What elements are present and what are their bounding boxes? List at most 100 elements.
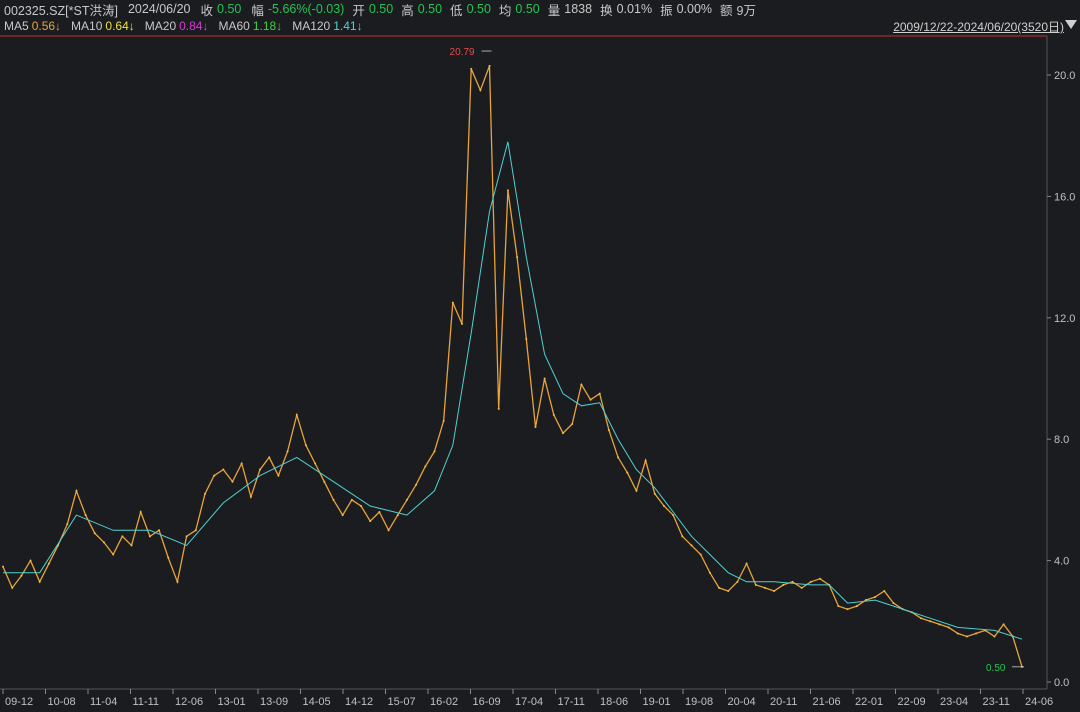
price-point xyxy=(672,514,675,517)
x-tick-label: 20-11 xyxy=(770,696,797,708)
amplitude-label: 振 xyxy=(660,3,673,18)
x-tick-label: 15-07 xyxy=(388,696,416,708)
price-point xyxy=(470,67,473,70)
price-point xyxy=(350,498,353,501)
price-point xyxy=(451,301,454,304)
price-point xyxy=(956,632,959,635)
price-point xyxy=(681,535,684,538)
price-point xyxy=(121,535,124,538)
price-point xyxy=(617,456,620,459)
price-point xyxy=(139,511,142,514)
price-point xyxy=(929,620,932,623)
y-tick-label: 12.0 xyxy=(1054,313,1075,325)
price-point xyxy=(47,562,50,565)
ma20-value: 0.84↓ xyxy=(179,19,209,33)
price-point xyxy=(185,535,188,538)
turnover-label: 换 xyxy=(600,3,613,18)
max-price-label: 20.79 xyxy=(450,47,475,58)
y-tick-label: 0.0 xyxy=(1054,677,1069,689)
x-tick-label: 20-04 xyxy=(728,696,756,708)
price-point xyxy=(341,514,344,517)
kline-chart[interactable]: 20.0 16.0 12.0 8.0 4.0 0.0 09-12 10-08 11-04 11-… xyxy=(0,0,1080,712)
x-tick-label: 16-02 xyxy=(430,696,458,708)
price-point xyxy=(708,571,711,574)
price-point xyxy=(424,465,427,468)
price-point xyxy=(947,626,950,629)
stock-code: 002325.SZ[*ST洪涛] xyxy=(4,3,118,18)
price-point xyxy=(11,586,14,589)
price-point xyxy=(323,480,326,483)
price-point xyxy=(745,562,748,565)
price-point xyxy=(38,580,41,583)
x-tick-label: 11-04 xyxy=(90,696,117,708)
price-point xyxy=(874,596,877,599)
ma10-value: 0.64↓ xyxy=(105,19,135,33)
open-value: 0.50 xyxy=(368,2,394,16)
date-range-selector[interactable]: 2009/12/22-2024/06/20(3520日) xyxy=(893,18,1064,35)
price-point xyxy=(837,605,840,608)
price-point xyxy=(791,580,794,583)
x-tick-label: 17-04 xyxy=(515,696,543,708)
last-price-label: 0.50 xyxy=(986,663,1006,674)
price-point xyxy=(800,586,803,589)
price-point xyxy=(29,559,32,562)
x-tick-label: 14-05 xyxy=(303,696,331,708)
price-point xyxy=(543,377,546,380)
price-point xyxy=(213,474,216,477)
open-label: 开 xyxy=(352,3,365,18)
price-point xyxy=(488,64,491,67)
y-tick-label: 20.0 xyxy=(1054,70,1075,82)
x-tick-label: 19-08 xyxy=(685,696,713,708)
dropdown-arrow-icon[interactable] xyxy=(1065,20,1077,29)
x-tick-label: 16-09 xyxy=(473,696,501,708)
price-point xyxy=(286,450,289,453)
y-tick-label: 4.0 xyxy=(1054,556,1069,568)
price-point xyxy=(148,535,151,538)
price-point xyxy=(883,589,886,592)
amount-value: 9万 xyxy=(736,3,756,18)
price-point xyxy=(479,89,482,92)
price-point xyxy=(938,623,941,626)
price-point xyxy=(497,407,500,410)
ma120-value: 1.41↓ xyxy=(333,19,363,33)
price-point xyxy=(314,462,317,465)
high-value: 0.50 xyxy=(417,2,443,16)
x-tick-label: 23-04 xyxy=(940,696,968,708)
price-point xyxy=(442,419,445,422)
x-tick-label: 13-01 xyxy=(218,696,246,708)
price-point xyxy=(773,589,776,592)
price-point xyxy=(607,429,610,432)
price-point xyxy=(396,514,399,517)
ma120-label: MA120 xyxy=(292,19,331,33)
price-point xyxy=(57,544,60,547)
price-series-line xyxy=(2,65,1023,667)
close-value: 0.50 xyxy=(217,2,242,16)
price-point xyxy=(975,632,978,635)
price-point xyxy=(203,492,206,495)
price-point xyxy=(506,189,509,192)
ma60-label: MA60 xyxy=(218,19,250,33)
x-tick-label: 19-01 xyxy=(643,696,671,708)
price-point xyxy=(176,580,179,583)
price-point xyxy=(332,498,335,501)
price-point xyxy=(662,504,665,507)
ma20-label: MA20 xyxy=(144,19,177,33)
price-point xyxy=(360,504,363,507)
avg-value: 0.50 xyxy=(515,2,540,16)
x-tick-label: 10-08 xyxy=(48,696,76,708)
price-point xyxy=(828,583,831,586)
price-point xyxy=(1002,623,1005,626)
volume-label: 量 xyxy=(547,3,561,18)
price-point xyxy=(965,635,968,638)
price-point xyxy=(809,580,812,583)
price-point xyxy=(561,432,564,435)
x-tick-label: 12-06 xyxy=(175,696,203,708)
price-point xyxy=(93,532,96,535)
x-tick-label: 22-09 xyxy=(898,696,926,708)
price-point xyxy=(268,456,271,459)
x-tick-label: 22-01 xyxy=(855,696,883,708)
price-point xyxy=(112,553,115,556)
price-point xyxy=(571,423,574,426)
price-point xyxy=(690,544,693,547)
price-point xyxy=(20,574,23,577)
